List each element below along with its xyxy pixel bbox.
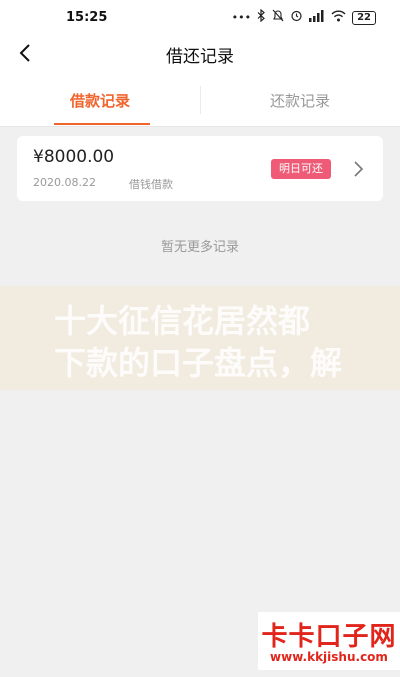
record-date: 2020.08.22 bbox=[33, 176, 96, 189]
dots-icon: ••• bbox=[231, 10, 252, 24]
mute-icon bbox=[272, 9, 284, 26]
chevron-right-icon bbox=[354, 161, 364, 177]
tab-repay-records[interactable]: 还款记录 bbox=[200, 74, 400, 126]
status-icons: ••• 22 bbox=[231, 8, 376, 26]
record-card[interactable]: ¥8000.00 2020.08.22 借钱借款 明日可还 bbox=[17, 136, 383, 201]
battery-icon: 22 bbox=[352, 10, 376, 25]
status-time: 15:25 bbox=[66, 10, 108, 25]
bluetooth-icon bbox=[257, 8, 266, 26]
alarm-icon bbox=[290, 9, 303, 26]
tab-bar: 借款记录 还款记录 bbox=[0, 74, 400, 127]
brand-logo: 卡卡口子网 www.kkjishu.com bbox=[258, 612, 400, 670]
brand-url: www.kkjishu.com bbox=[270, 650, 388, 664]
record-amount: ¥8000.00 bbox=[33, 147, 115, 167]
watermark-line-1: 十大征信花居然都 bbox=[54, 302, 311, 340]
nav-bar: 借还记录 bbox=[0, 36, 400, 74]
record-type: 借钱借款 bbox=[129, 178, 173, 191]
signal-icon bbox=[309, 9, 325, 26]
status-bar: 15:25 ••• 22 bbox=[0, 0, 400, 36]
no-more-records-text: 暂无更多记录 bbox=[160, 240, 239, 255]
active-tab-indicator bbox=[54, 123, 150, 125]
watermark-text: 十大征信花居然都 下款的口子盘点，解 bbox=[54, 300, 400, 384]
wifi-icon bbox=[331, 10, 346, 26]
watermark-line-2: 下款的口子盘点，解 bbox=[54, 344, 343, 382]
brand-name: 卡卡口子网 bbox=[261, 622, 397, 652]
tab-borrow-records[interactable]: 借款记录 bbox=[0, 74, 200, 126]
page-title: 借还记录 bbox=[166, 47, 234, 67]
status-badge: 明日可还 bbox=[271, 159, 331, 179]
